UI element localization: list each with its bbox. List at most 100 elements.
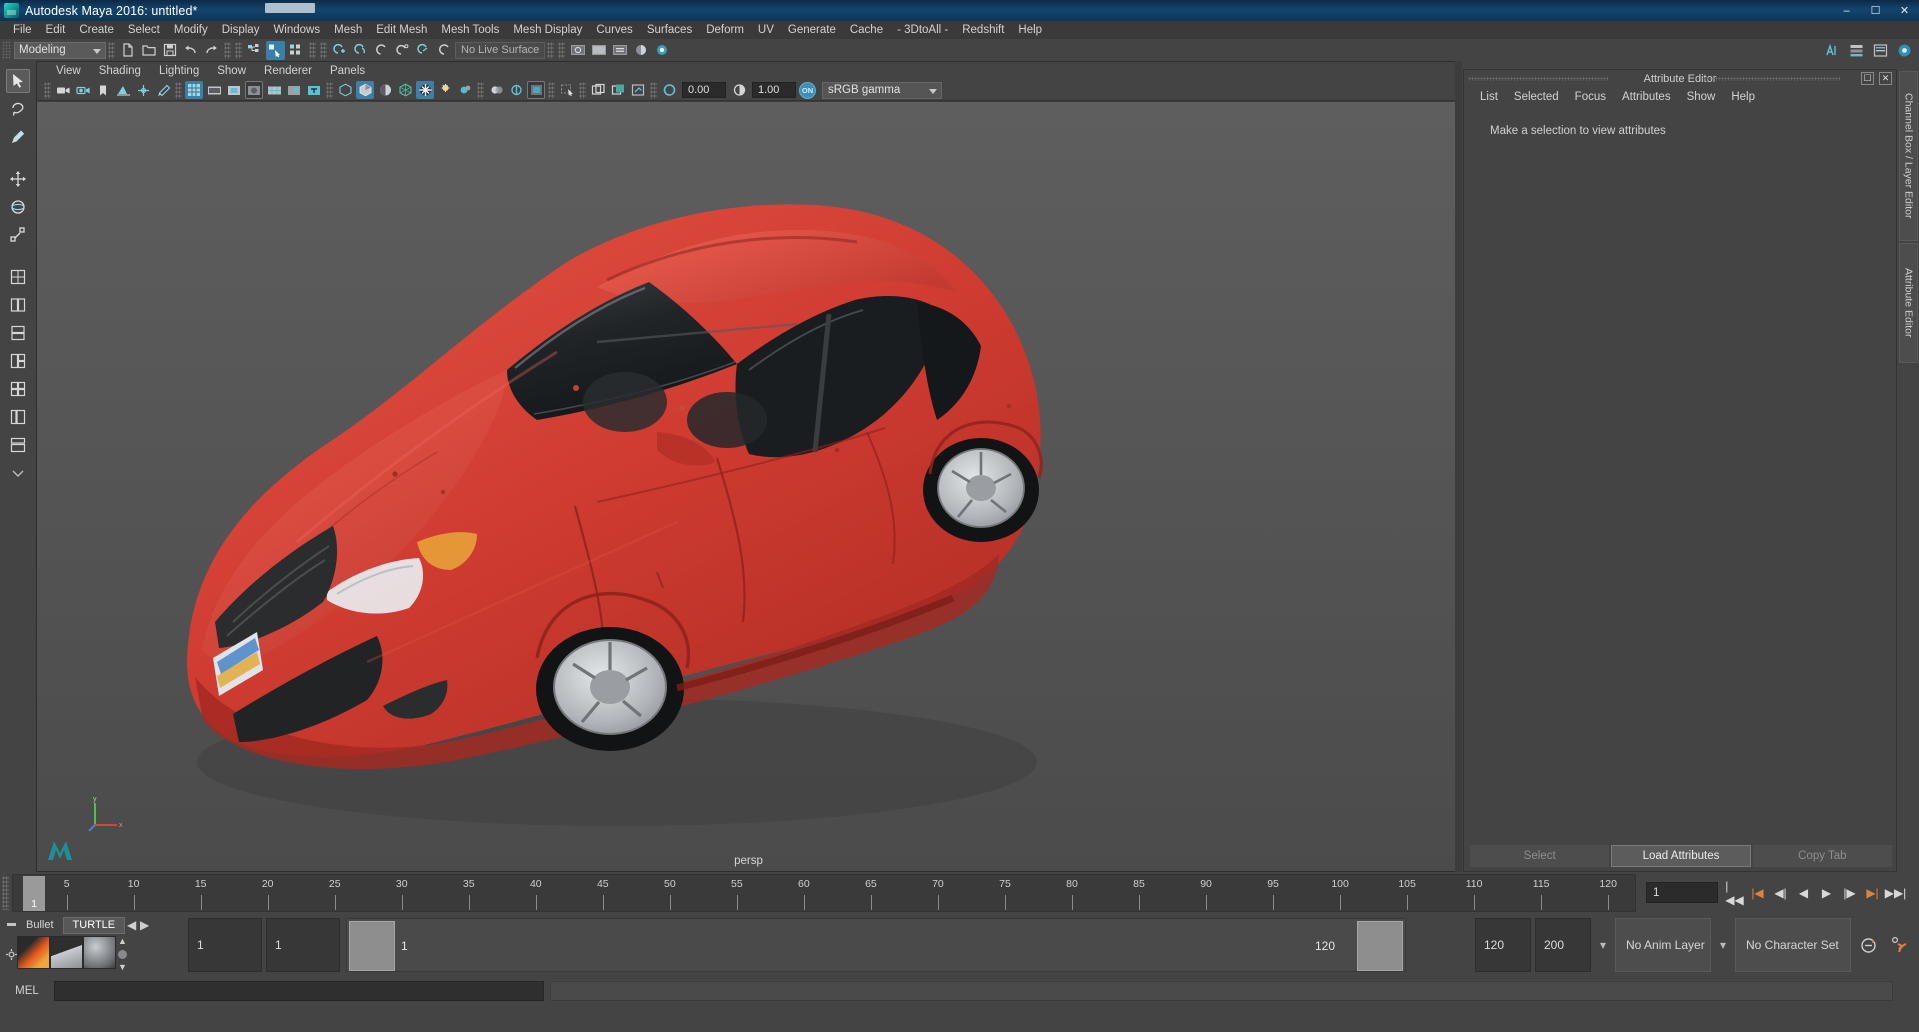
workspace-icon[interactable] [1895, 41, 1914, 60]
select-by-object-type-icon[interactable] [266, 40, 285, 60]
shade-wireframe-icon[interactable] [376, 81, 394, 99]
select-tool[interactable] [6, 69, 30, 93]
ipr-render-icon[interactable] [589, 41, 608, 60]
close-button[interactable]: ✕ [1890, 0, 1919, 21]
ae-menu-show[interactable]: Show [1679, 87, 1724, 107]
menu-set-dropdown[interactable]: Modeling [14, 41, 106, 59]
menu-item-create[interactable]: Create [72, 21, 121, 39]
exposure-icon[interactable] [660, 81, 678, 99]
rotate-tool[interactable] [6, 195, 30, 219]
layer-editor-toggle-icon[interactable] [1847, 41, 1866, 60]
depth-of-field-icon[interactable] [527, 81, 545, 99]
menu-item-edit[interactable]: Edit [39, 21, 73, 39]
make-live-icon[interactable] [435, 41, 454, 60]
gear-icon[interactable] [6, 936, 17, 972]
layout-hypergraph[interactable] [6, 433, 30, 457]
turtle-sphere-icon[interactable] [83, 936, 116, 969]
menu-item-deform[interactable]: Deform [699, 21, 751, 39]
field-chart-icon[interactable] [265, 81, 283, 99]
textured-icon[interactable] [396, 81, 414, 99]
snap-to-grid-icon[interactable] [330, 41, 349, 60]
redo-icon[interactable] [202, 41, 221, 60]
wireframe-icon[interactable] [336, 81, 354, 99]
menu-item-windows[interactable]: Windows [266, 21, 327, 39]
layout-three-pane[interactable] [6, 349, 30, 373]
xray-active-components-icon[interactable] [629, 81, 647, 99]
minimize-button[interactable]: – [1832, 0, 1861, 21]
chevron-left-icon[interactable]: ◀ [125, 918, 138, 932]
menu-item-surfaces[interactable]: Surfaces [640, 21, 699, 39]
go-to-end-button[interactable]: ▶▶| [1885, 885, 1907, 902]
layout-two-pane-side[interactable] [6, 293, 30, 317]
screen-space-ao-icon[interactable] [456, 81, 474, 99]
smooth-shade-all-icon[interactable] [356, 81, 374, 99]
lasso-tool[interactable] [6, 97, 30, 121]
character-set-select[interactable]: No Character Set [1735, 918, 1851, 972]
turtle-bake-icon[interactable] [50, 936, 83, 969]
range-end-handle[interactable] [1357, 921, 1403, 971]
menu-item-select[interactable]: Select [121, 21, 167, 39]
isolate-select-icon[interactable] [558, 81, 576, 99]
render-view-icon[interactable] [652, 41, 671, 60]
shelf-tab-bullet[interactable]: Bullet [17, 917, 63, 934]
color-profile-dropdown[interactable]: sRGB gamma [822, 81, 942, 99]
step-back-frame-button[interactable]: ◀| [1772, 885, 1789, 902]
layout-four-pane[interactable] [6, 377, 30, 401]
tab-channel-box-layer-editor[interactable]: Channel Box / Layer Editor [1899, 71, 1918, 241]
ae-menu-attributes[interactable]: Attributes [1614, 87, 1679, 107]
viewport-menu-panels[interactable]: Panels [321, 62, 374, 80]
copy-tab-button[interactable]: Copy Tab [1752, 845, 1892, 867]
3d-viewport[interactable]: y x persp [37, 102, 1460, 871]
go-to-start-button[interactable]: |◀◀ [1725, 879, 1743, 907]
undo-icon[interactable] [181, 41, 200, 60]
menu-item-cache[interactable]: Cache [843, 21, 890, 39]
multisample-aa-icon[interactable] [507, 81, 525, 99]
grease-pencil-icon[interactable] [154, 81, 172, 99]
color-management-toggle[interactable]: ON [799, 81, 816, 99]
viewport-menu-show[interactable]: Show [208, 62, 255, 80]
select-camera-icon[interactable] [54, 81, 72, 99]
bookmark-icon[interactable] [94, 81, 112, 99]
menu-item-edit-mesh[interactable]: Edit Mesh [369, 21, 434, 39]
anim-end-time-field[interactable]: 200 [1535, 918, 1591, 972]
exposure-value-field[interactable]: 0.00 [682, 82, 726, 98]
menu-item-uv[interactable]: UV [751, 21, 781, 39]
menu-item-3dtoall[interactable]: - 3DtoAll - [890, 21, 955, 39]
use-all-lights-icon[interactable] [416, 81, 434, 99]
gate-mask-icon[interactable] [245, 81, 263, 99]
render-current-frame-icon[interactable] [568, 41, 587, 60]
safe-title-icon[interactable] [305, 81, 323, 99]
select-by-component-type-icon[interactable] [287, 41, 306, 60]
select-button[interactable]: Select [1470, 845, 1610, 867]
range-slider-track[interactable]: 1 120 [346, 918, 1406, 972]
current-frame-field[interactable]: 1 [1646, 882, 1718, 903]
ae-menu-focus[interactable]: Focus [1567, 87, 1614, 107]
select-by-hierarchy-icon[interactable] [245, 41, 264, 60]
ae-menu-selected[interactable]: Selected [1506, 87, 1567, 107]
animation-preferences-icon[interactable] [1885, 936, 1913, 954]
save-scene-icon[interactable] [160, 41, 179, 60]
shelf-tab-turtle[interactable]: TURTLE [62, 916, 126, 934]
turtle-render-icon[interactable] [17, 936, 50, 969]
shelf-menu-icon[interactable] [6, 916, 17, 934]
range-start-time-field[interactable]: 1 [266, 918, 340, 972]
load-attributes-button[interactable]: Load Attributes [1611, 845, 1751, 867]
step-forward-frame-button[interactable]: |▶ [1841, 885, 1858, 902]
scroll-down-icon[interactable]: ▼ [118, 962, 127, 972]
scroll-up-icon[interactable]: ▲ [118, 936, 127, 946]
image-plane-icon[interactable] [114, 81, 132, 99]
viewport-menu-view[interactable]: View [47, 62, 90, 80]
menu-item-help[interactable]: Help [1011, 21, 1049, 39]
menu-item-mesh[interactable]: Mesh [327, 21, 369, 39]
viewport-scroll-gutter[interactable] [1455, 61, 1462, 872]
xray-icon[interactable] [589, 81, 607, 99]
scale-tool[interactable] [6, 223, 30, 247]
move-tool[interactable] [6, 167, 30, 191]
hypershade-icon[interactable] [631, 41, 650, 60]
menu-item-file[interactable]: File [6, 21, 39, 39]
two-dimensional-pan-zoom-icon[interactable] [134, 81, 152, 99]
play-backwards-button[interactable]: ◀ [1795, 885, 1812, 902]
restore-window-icon[interactable]: ☐ [1861, 72, 1874, 85]
range-start-handle[interactable] [349, 921, 395, 971]
live-surface-field[interactable]: No Live Surface [455, 41, 546, 59]
